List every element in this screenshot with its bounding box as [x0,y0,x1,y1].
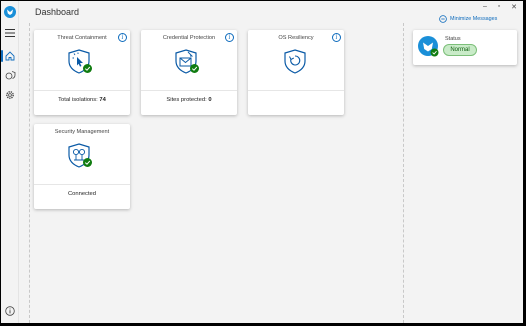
card-footer: Sites protected: 0 [141,97,237,103]
card-title: Security Management [54,129,110,135]
card-title: Threat Containment [57,35,107,41]
page-title: Dashboard [35,7,80,17]
credential-protection-card[interactable]: Credential Protection i Sites protected:… [141,30,237,115]
card-title: OS Resiliency [278,35,314,41]
security-management-card[interactable]: Security Management Connected [34,124,130,209]
connection-status: Connected [67,191,97,197]
close-window-button[interactable]: ✕ [507,3,521,11]
minimize-messages-link[interactable]: Minimize Messages [439,15,497,23]
app-window: Dashboard Threat Containment i Total iso… [1,1,523,323]
virus-shield-icon[interactable] [2,67,18,83]
menu-hamburger-icon[interactable] [2,25,18,41]
shield-cursor-icon [68,49,92,74]
navigation-rail [1,1,19,323]
status-label: Status [445,36,461,42]
messages-panel: – ▫ ✕ Minimize Messages Status Normal [406,1,523,323]
card-title: Credential Protection [162,35,216,41]
card-divider [248,90,344,91]
status-card: Status Normal [413,30,517,65]
shield-envelope-icon [175,49,199,74]
footer-label: Total isolations: [58,97,98,103]
minimize-window-button[interactable]: – [478,3,492,10]
info-icon[interactable]: i [332,33,341,42]
maximize-window-button[interactable]: ▫ [492,3,506,10]
status-badge: Normal [443,44,477,56]
security-logo-icon [418,36,439,57]
sites-protected-value: 0 [208,97,212,103]
card-divider [141,90,237,91]
footer-label: Sites protected: [166,97,207,103]
shield-tree-icon [68,143,92,168]
card-divider [34,90,130,91]
total-isolations-value: 74 [99,97,106,103]
app-logo [2,4,18,20]
settings-icon[interactable] [2,87,18,103]
info-icon[interactable] [2,303,18,319]
minimize-messages-label: Minimize Messages [450,16,498,22]
card-divider [34,184,130,185]
info-icon[interactable]: i [118,33,127,42]
os-resiliency-card[interactable]: OS Resiliency i [248,30,344,115]
threat-containment-card[interactable]: Threat Containment i Total isolations: 7… [34,30,130,115]
card-footer: Total isolations: 74 [34,97,130,103]
chat-bubble-icon [439,15,447,23]
shield-refresh-icon [284,49,306,74]
home-icon[interactable] [2,48,18,64]
info-icon[interactable]: i [225,33,234,42]
